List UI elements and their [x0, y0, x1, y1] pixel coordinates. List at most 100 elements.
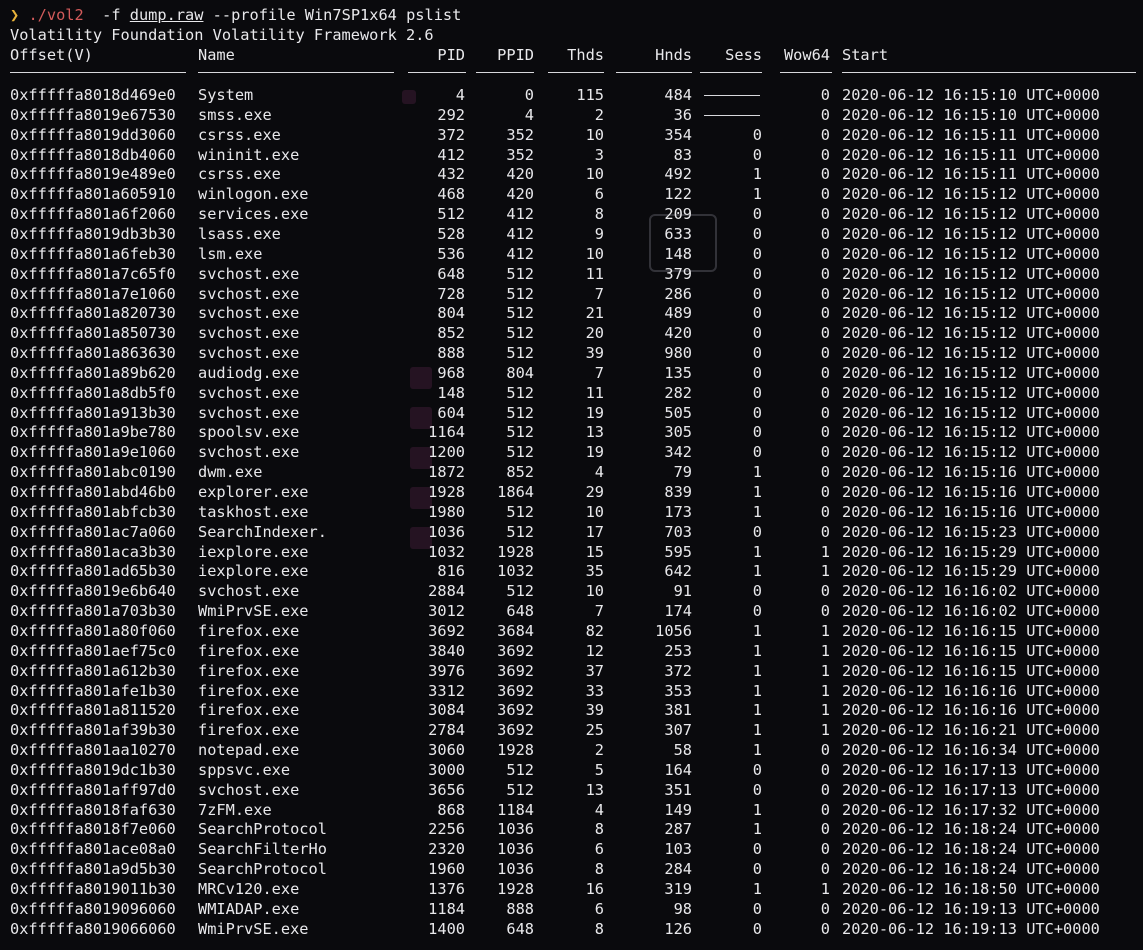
cell-thds: 2 — [594, 741, 604, 759]
cell-thds: 6 — [594, 185, 604, 203]
header-underline — [198, 72, 394, 73]
cell-name: svchost.exe — [198, 324, 300, 342]
column-header-offset: Offset(V) — [10, 46, 93, 64]
cell-pid: 292 — [437, 106, 465, 124]
header-underline — [616, 72, 692, 73]
cell-start: 2020-06-12 16:16:21 UTC+0000 — [842, 721, 1100, 739]
cell-wow64: 1 — [820, 682, 830, 700]
cell-sess: 0 — [752, 404, 762, 422]
cell-sess: 0 — [752, 900, 762, 918]
cell-wow64: 1 — [820, 642, 830, 660]
cell-sess: 1 — [752, 622, 762, 640]
cell-pid: 816 — [437, 562, 465, 580]
cell-pid: 432 — [437, 165, 465, 183]
cell-hnds: 351 — [664, 781, 692, 799]
cell-wow64: 1 — [820, 622, 830, 640]
cell-start: 2020-06-12 16:15:23 UTC+0000 — [842, 523, 1100, 541]
cell-sess: 1 — [752, 562, 762, 580]
column-header-pid: PID — [437, 46, 465, 64]
cell-hnds: 633 — [664, 225, 692, 243]
cell-hnds: 83 — [673, 146, 692, 164]
cell-thds: 11 — [585, 265, 604, 283]
cell-start: 2020-06-12 16:15:12 UTC+0000 — [842, 324, 1100, 342]
cell-wow64: 0 — [820, 404, 830, 422]
cell-offset: 0xfffffa801a811520 — [10, 701, 176, 719]
cell-pid: 1164 — [428, 423, 465, 441]
cell-hnds: 209 — [664, 205, 692, 223]
cell-sess: 0 — [752, 344, 762, 362]
cell-sess: 0 — [752, 423, 762, 441]
cell-offset: 0xfffffa801abc0190 — [10, 463, 176, 481]
cell-wow64: 0 — [820, 344, 830, 362]
cell-thds: 8 — [594, 920, 604, 938]
cell-ppid: 420 — [506, 185, 534, 203]
cell-hnds: 282 — [664, 384, 692, 402]
cell-offset: 0xfffffa8019011b30 — [10, 880, 176, 898]
cell-sess: 0 — [752, 860, 762, 878]
cell-ppid: 512 — [506, 423, 534, 441]
cell-wow64: 0 — [820, 801, 830, 819]
cell-start: 2020-06-12 16:19:13 UTC+0000 — [842, 900, 1100, 918]
cell-start: 2020-06-12 16:15:29 UTC+0000 — [842, 543, 1100, 561]
cell-hnds: 342 — [664, 443, 692, 461]
cell-thds: 37 — [585, 662, 604, 680]
cell-thds: 115 — [576, 86, 604, 104]
cell-name: svchost.exe — [198, 265, 300, 283]
cell-ppid: 1928 — [497, 543, 534, 561]
cell-pid: 372 — [437, 126, 465, 144]
cell-pid: 1032 — [428, 543, 465, 561]
cell-name: WmiPrvSE.exe — [198, 602, 309, 620]
cell-name: svchost.exe — [198, 582, 300, 600]
session-dash — [704, 95, 760, 96]
cell-start: 2020-06-12 16:18:50 UTC+0000 — [842, 880, 1100, 898]
cell-pid: 868 — [437, 801, 465, 819]
cell-thds: 25 — [585, 721, 604, 739]
cell-wow64: 0 — [820, 920, 830, 938]
cell-ppid: 512 — [506, 265, 534, 283]
cell-ppid: 512 — [506, 344, 534, 362]
cell-ppid: 3692 — [497, 682, 534, 700]
cell-thds: 7 — [594, 602, 604, 620]
cell-ppid: 512 — [506, 404, 534, 422]
cell-offset: 0xfffffa801a8db5f0 — [10, 384, 176, 402]
cell-wow64: 0 — [820, 384, 830, 402]
cell-name: smss.exe — [198, 106, 272, 124]
header-underline — [476, 72, 534, 73]
cell-wow64: 1 — [820, 662, 830, 680]
cell-wow64: 0 — [820, 503, 830, 521]
cell-start: 2020-06-12 16:15:11 UTC+0000 — [842, 126, 1100, 144]
cell-offset: 0xfffffa801abd46b0 — [10, 483, 176, 501]
cell-thds: 7 — [594, 364, 604, 382]
cell-wow64: 0 — [820, 761, 830, 779]
cell-pid: 1036 — [428, 523, 465, 541]
cell-hnds: 126 — [664, 920, 692, 938]
cell-offset: 0xfffffa801a820730 — [10, 304, 176, 322]
cell-wow64: 1 — [820, 701, 830, 719]
cell-hnds: 484 — [664, 86, 692, 104]
cell-wow64: 0 — [820, 126, 830, 144]
cell-start: 2020-06-12 16:17:13 UTC+0000 — [842, 761, 1100, 779]
cell-ppid: 512 — [506, 384, 534, 402]
cell-sess: 1 — [752, 721, 762, 739]
cell-offset: 0xfffffa8019096060 — [10, 900, 176, 918]
cell-wow64: 1 — [820, 721, 830, 739]
cell-ppid: 352 — [506, 126, 534, 144]
cell-sess: 1 — [752, 741, 762, 759]
column-header-thds: Thds — [567, 46, 604, 64]
terminal-window[interactable]: ❯ ./vol2 -f dump.raw --profile Win7SP1x6… — [0, 0, 1143, 950]
cell-ppid: 512 — [506, 285, 534, 303]
cell-name: firefox.exe — [198, 662, 300, 680]
cell-ppid: 888 — [506, 900, 534, 918]
cell-start: 2020-06-12 16:15:11 UTC+0000 — [842, 146, 1100, 164]
cell-hnds: 284 — [664, 860, 692, 878]
cell-name: winlogon.exe — [198, 185, 309, 203]
column-header-hnds: Hnds — [655, 46, 692, 64]
cell-offset: 0xfffffa801a9be780 — [10, 423, 176, 441]
cell-hnds: 286 — [664, 285, 692, 303]
cell-thds: 13 — [585, 781, 604, 799]
cell-offset: 0xfffffa801a89b620 — [10, 364, 176, 382]
cell-wow64: 1 — [820, 562, 830, 580]
cell-name: wininit.exe — [198, 146, 300, 164]
header-underline — [780, 72, 832, 73]
cell-thds: 11 — [585, 384, 604, 402]
